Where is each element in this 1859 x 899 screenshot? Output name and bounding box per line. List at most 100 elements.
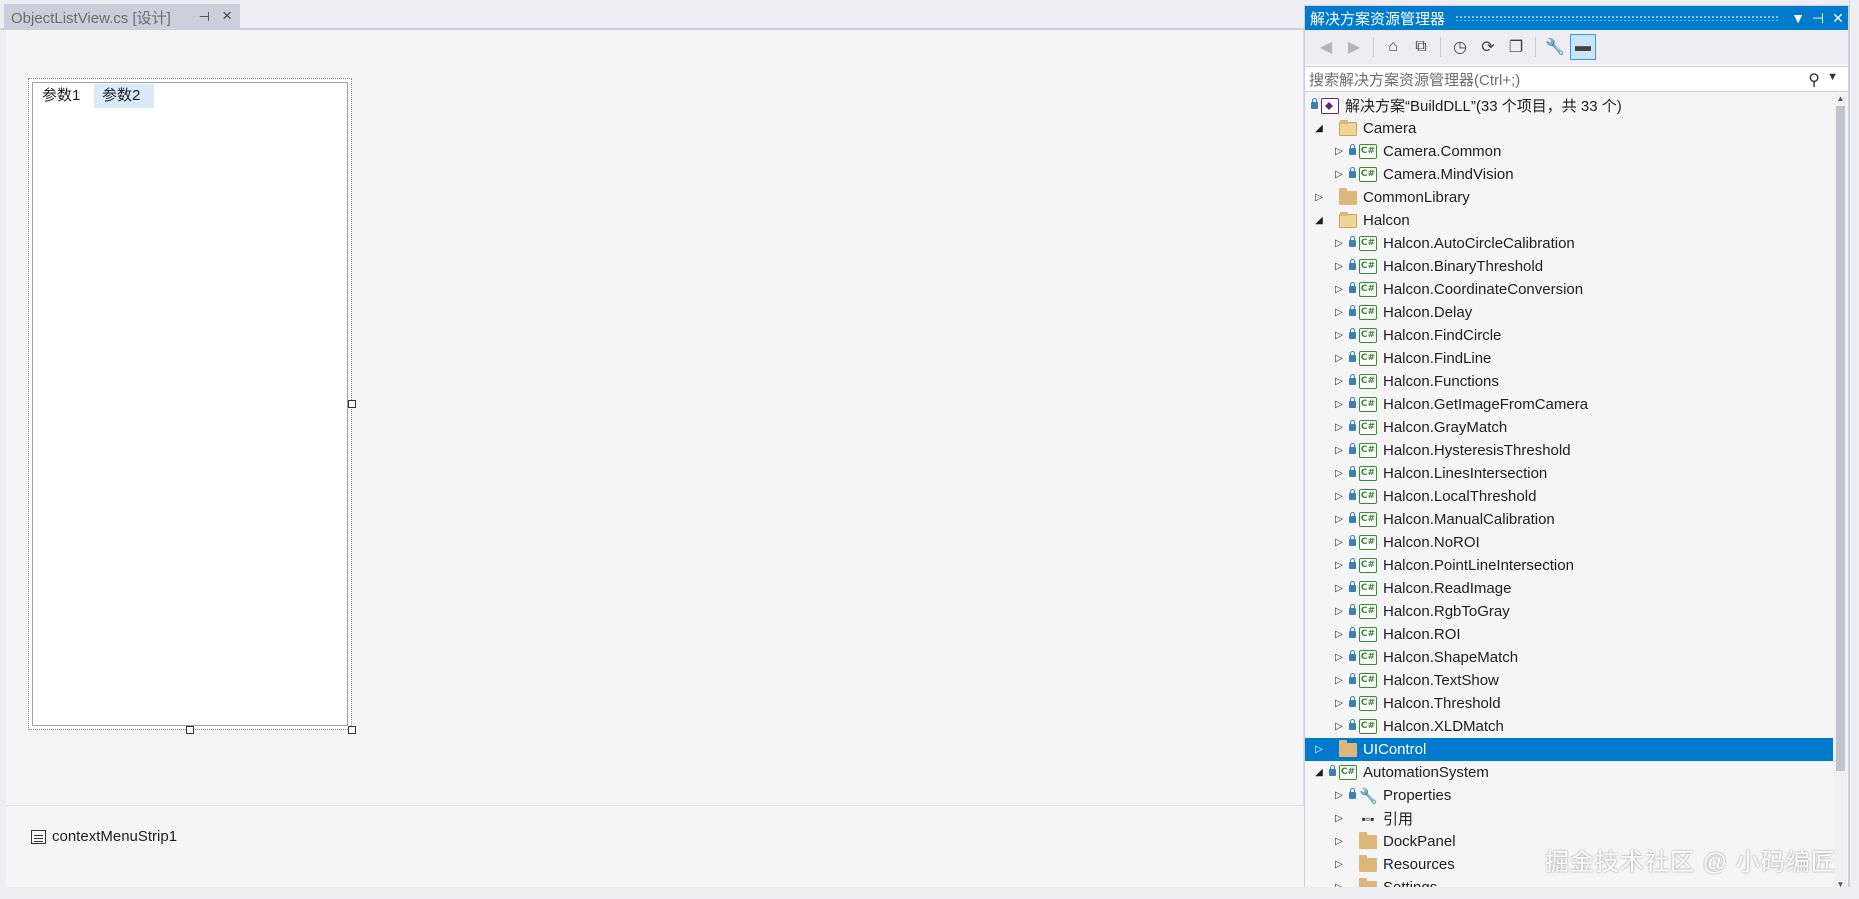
close-icon[interactable]: × xyxy=(222,6,232,26)
switch-views-icon[interactable]: ⧉ xyxy=(1408,34,1434,60)
tree-node[interactable]: ▷ C# Halcon.GetImageFromCamera xyxy=(1305,393,1833,416)
collapsed-arrow-icon[interactable]: ▷ xyxy=(1333,445,1345,457)
tree-node[interactable]: ◢ Halcon xyxy=(1305,209,1833,232)
resize-handle-bottom[interactable] xyxy=(186,726,194,734)
tree-node[interactable]: ▷ C# Halcon.RgbToGray xyxy=(1305,600,1833,623)
tree-node[interactable]: ▷ C# Halcon.ManualCalibration xyxy=(1305,508,1833,531)
tree-node-label: Halcon.FindCircle xyxy=(1383,327,1502,344)
scroll-up-icon[interactable]: ▲ xyxy=(1835,94,1846,103)
preview-icon[interactable]: ▬ xyxy=(1570,34,1596,60)
designer-pane: ObjectListView.cs [设计] ⊣ × 参数1 参数2 conte… xyxy=(0,0,1304,899)
collapsed-arrow-icon[interactable]: ▷ xyxy=(1333,491,1345,503)
collapsed-arrow-icon[interactable]: ▷ xyxy=(1333,261,1345,273)
collapsed-arrow-icon[interactable]: ▷ xyxy=(1333,353,1345,365)
list-view-body[interactable]: 参数1 参数2 xyxy=(32,82,348,726)
collapsed-arrow-icon[interactable]: ▷ xyxy=(1333,652,1345,664)
collapse-all-icon[interactable]: ❐ xyxy=(1503,34,1529,60)
csharp-project-icon: C# xyxy=(1359,374,1377,389)
tree-node[interactable]: ▷ C# Halcon.Delay xyxy=(1305,301,1833,324)
tree-node[interactable]: ▷ C# Halcon.Threshold xyxy=(1305,692,1833,715)
tree-node[interactable]: ▷ C# Halcon.ReadImage xyxy=(1305,577,1833,600)
object-list-view-control[interactable]: 参数1 参数2 xyxy=(28,78,352,730)
tree-node[interactable]: ▷ C# Halcon.PointLineIntersection xyxy=(1305,554,1833,577)
collapsed-arrow-icon[interactable]: ▷ xyxy=(1333,376,1345,388)
vertical-scrollbar[interactable]: ▲ ▼ xyxy=(1834,94,1847,889)
close-icon[interactable]: ✕ xyxy=(1828,10,1848,27)
pending-changes-icon[interactable]: ◷ xyxy=(1447,34,1473,60)
tree-node[interactable]: ▷ C# Halcon.CoordinateConversion xyxy=(1305,278,1833,301)
tree-node[interactable]: ▷ C# Halcon.ROI xyxy=(1305,623,1833,646)
tree-node[interactable]: ▷ C# Halcon.NoROI xyxy=(1305,531,1833,554)
collapsed-arrow-icon[interactable]: ▷ xyxy=(1333,606,1345,618)
collapsed-arrow-icon[interactable]: ▷ xyxy=(1333,790,1345,802)
tree-node[interactable]: ▷ C# Halcon.Functions xyxy=(1305,370,1833,393)
tree-node[interactable]: ▷ C# Halcon.LocalThreshold xyxy=(1305,485,1833,508)
collapsed-arrow-icon[interactable]: ▷ xyxy=(1333,169,1345,181)
tree-node[interactable]: ▷ C# Halcon.HysteresisThreshold xyxy=(1305,439,1833,462)
collapsed-arrow-icon[interactable]: ▷ xyxy=(1333,721,1345,733)
collapsed-arrow-icon[interactable]: ▷ xyxy=(1313,192,1325,204)
refresh-icon[interactable]: ⟳ xyxy=(1475,34,1501,60)
tree-node[interactable]: ▷ C# Halcon.TextShow xyxy=(1305,669,1833,692)
context-menu-strip-component[interactable]: contextMenuStrip1 xyxy=(31,828,177,845)
collapsed-arrow-icon[interactable]: ▷ xyxy=(1313,744,1325,756)
tree-node[interactable]: ▷ 🔧 Properties xyxy=(1305,784,1833,807)
document-tab[interactable]: ObjectListView.cs [设计] ⊣ × xyxy=(4,4,240,30)
pin-icon[interactable]: ⊣ xyxy=(199,9,210,25)
collapsed-arrow-icon[interactable]: ▷ xyxy=(1333,330,1345,342)
solution-node[interactable]: 解决方案“BuildDLL”(33 个项目，共 33 个) xyxy=(1305,94,1833,117)
back-icon[interactable]: ◀ xyxy=(1313,34,1339,60)
solution-explorer-titlebar[interactable]: 解决方案资源管理器 ▼ ⊣ ✕ xyxy=(1305,6,1848,30)
search-options-dropdown-icon[interactable]: ▼ xyxy=(1827,71,1838,83)
tree-node[interactable]: ◢ Camera xyxy=(1305,117,1833,140)
tree-node[interactable]: ▷ C# Halcon.GrayMatch xyxy=(1305,416,1833,439)
tree-node[interactable]: ▷ C# Halcon.AutoCircleCalibration xyxy=(1305,232,1833,255)
tree-node[interactable]: ▷ UIControl xyxy=(1305,738,1833,761)
collapsed-arrow-icon[interactable]: ▷ xyxy=(1333,399,1345,411)
collapsed-arrow-icon[interactable]: ▷ xyxy=(1333,537,1345,549)
collapsed-arrow-icon[interactable]: ▷ xyxy=(1333,629,1345,641)
scrollbar-thumb[interactable] xyxy=(1836,106,1845,771)
window-position-dropdown-icon[interactable]: ▼ xyxy=(1788,10,1808,26)
collapsed-side-panels[interactable] xyxy=(1849,0,1859,899)
collapsed-arrow-icon[interactable]: ▷ xyxy=(1333,560,1345,572)
collapsed-arrow-icon[interactable]: ▷ xyxy=(1333,859,1345,871)
tree-node[interactable]: ▷ C# Halcon.FindLine xyxy=(1305,347,1833,370)
expanded-arrow-icon[interactable]: ◢ xyxy=(1313,767,1325,779)
collapsed-arrow-icon[interactable]: ▷ xyxy=(1333,836,1345,848)
forward-icon[interactable]: ▶ xyxy=(1341,34,1367,60)
search-icon[interactable]: ⚲ xyxy=(1808,70,1820,90)
tree-node[interactable]: ▷ CommonLibrary xyxy=(1305,186,1833,209)
collapsed-arrow-icon[interactable]: ▷ xyxy=(1333,675,1345,687)
tree-node[interactable]: ▷ ▪▫▪ 引用 xyxy=(1305,807,1833,830)
collapsed-arrow-icon[interactable]: ▷ xyxy=(1333,307,1345,319)
design-surface[interactable]: 参数1 参数2 xyxy=(6,30,1304,805)
collapsed-arrow-icon[interactable]: ▷ xyxy=(1333,422,1345,434)
collapsed-arrow-icon[interactable]: ▷ xyxy=(1333,284,1345,296)
resize-handle-right[interactable] xyxy=(348,400,356,408)
collapsed-arrow-icon[interactable]: ▷ xyxy=(1333,698,1345,710)
collapsed-arrow-icon[interactable]: ▷ xyxy=(1333,146,1345,158)
tree-node[interactable]: ▷ C# Halcon.FindCircle xyxy=(1305,324,1833,347)
column-header-1[interactable]: 参数1 xyxy=(34,84,94,108)
resize-handle-corner[interactable] xyxy=(348,726,356,734)
auto-hide-pin-icon[interactable]: ⊣ xyxy=(1808,10,1828,27)
tree-node[interactable]: ▷ C# Camera.Common xyxy=(1305,140,1833,163)
tree-node[interactable]: ▷ C# Halcon.BinaryThreshold xyxy=(1305,255,1833,278)
tree-node[interactable]: ▷ C# Camera.MindVision xyxy=(1305,163,1833,186)
expanded-arrow-icon[interactable]: ◢ xyxy=(1313,215,1325,227)
solution-explorer-search[interactable]: 搜索解决方案资源管理器(Ctrl+;) ⚲ ▼ xyxy=(1305,66,1848,92)
collapsed-arrow-icon[interactable]: ▷ xyxy=(1333,238,1345,250)
properties-icon[interactable]: 🔧 xyxy=(1542,34,1568,60)
collapsed-arrow-icon[interactable]: ▷ xyxy=(1333,468,1345,480)
column-header-2[interactable]: 参数2 xyxy=(94,84,154,108)
home-icon[interactable]: ⌂ xyxy=(1380,34,1406,60)
tree-node[interactable]: ▷ C# Halcon.LinesIntersection xyxy=(1305,462,1833,485)
collapsed-arrow-icon[interactable]: ▷ xyxy=(1333,813,1345,825)
expanded-arrow-icon[interactable]: ◢ xyxy=(1313,123,1325,135)
tree-node[interactable]: ▷ C# Halcon.ShapeMatch xyxy=(1305,646,1833,669)
collapsed-arrow-icon[interactable]: ▷ xyxy=(1333,514,1345,526)
tree-node[interactable]: ◢ C# AutomationSystem xyxy=(1305,761,1833,784)
collapsed-arrow-icon[interactable]: ▷ xyxy=(1333,583,1345,595)
tree-node[interactable]: ▷ C# Halcon.XLDMatch xyxy=(1305,715,1833,738)
